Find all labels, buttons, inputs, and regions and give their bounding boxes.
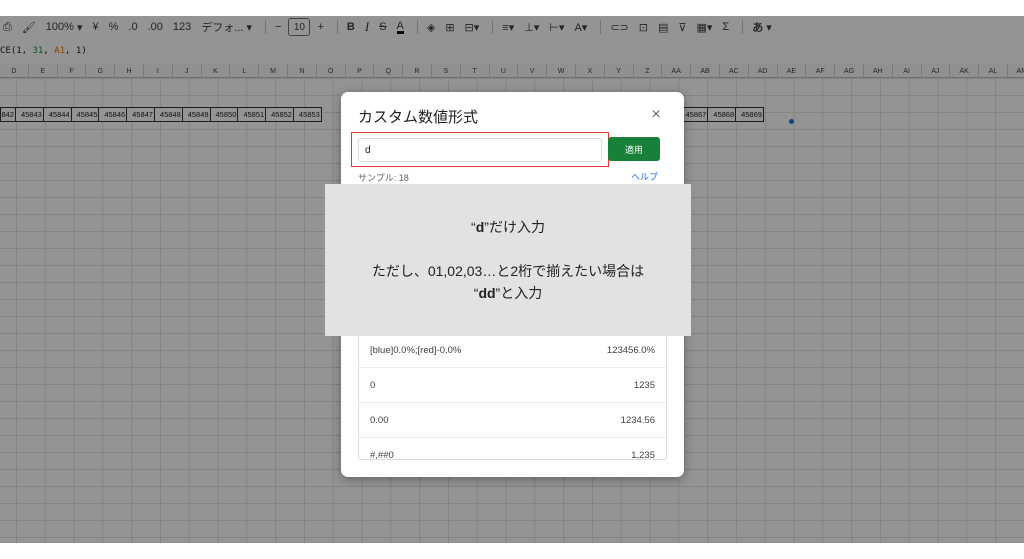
format-list-item[interactable]: 0 1235 bbox=[359, 368, 666, 403]
format-list-item[interactable]: #,##0 1,235 bbox=[359, 438, 666, 460]
format-pattern: 0.00 bbox=[370, 414, 389, 426]
format-list-item[interactable]: [blue]0.0%;[red]-0.0% 123456.0% bbox=[359, 333, 666, 368]
callout-text: ”だけ入力 bbox=[484, 219, 545, 235]
bottom-margin bbox=[0, 543, 1024, 559]
callout-line-1: “d”だけ入力 bbox=[471, 216, 545, 238]
format-pattern: [blue]0.0%;[red]-0.0% bbox=[370, 344, 462, 356]
spreadsheet-app: ⎙ 🖌 100% ▾ ¥ % .0 .00 123 デフォ... ▾ − 10 … bbox=[0, 16, 1024, 543]
format-preview: 1234.56 bbox=[620, 414, 655, 426]
format-pattern: 0 bbox=[370, 379, 376, 391]
format-list[interactable]: [blue]0.0%;[red]-0.0% 123456.0% 0 1235 0… bbox=[358, 332, 667, 460]
format-preview: 1235 bbox=[633, 379, 655, 391]
sample-preview: サンプル: 18 bbox=[358, 173, 409, 183]
callout-line-2: ただし、01,02,03…と2桁で揃えたい場合は bbox=[371, 263, 645, 279]
callout-line-3: “dd”と入力 bbox=[474, 282, 542, 304]
format-preview: 123456.0% bbox=[606, 344, 655, 356]
dialog-title: カスタム数値形式 bbox=[358, 109, 479, 126]
format-pattern: #,##0 bbox=[370, 449, 394, 460]
format-preview: 1,235 bbox=[631, 449, 655, 460]
callout-text: ”と入力 bbox=[495, 285, 543, 301]
apply-button[interactable]: 適用 bbox=[608, 137, 660, 161]
callout-bold-text: dd bbox=[478, 285, 496, 301]
close-icon[interactable]: × bbox=[647, 106, 665, 124]
input-highlight-box bbox=[351, 132, 609, 167]
annotation-callout: “d”だけ入力 ただし、01,02,03…と2桁で揃えたい場合は “dd”と入力 bbox=[325, 184, 691, 336]
callout-bold-text: d bbox=[475, 219, 485, 235]
help-link[interactable]: ヘルプ bbox=[631, 170, 658, 183]
format-list-item[interactable]: 0.00 1234.56 bbox=[359, 403, 666, 438]
